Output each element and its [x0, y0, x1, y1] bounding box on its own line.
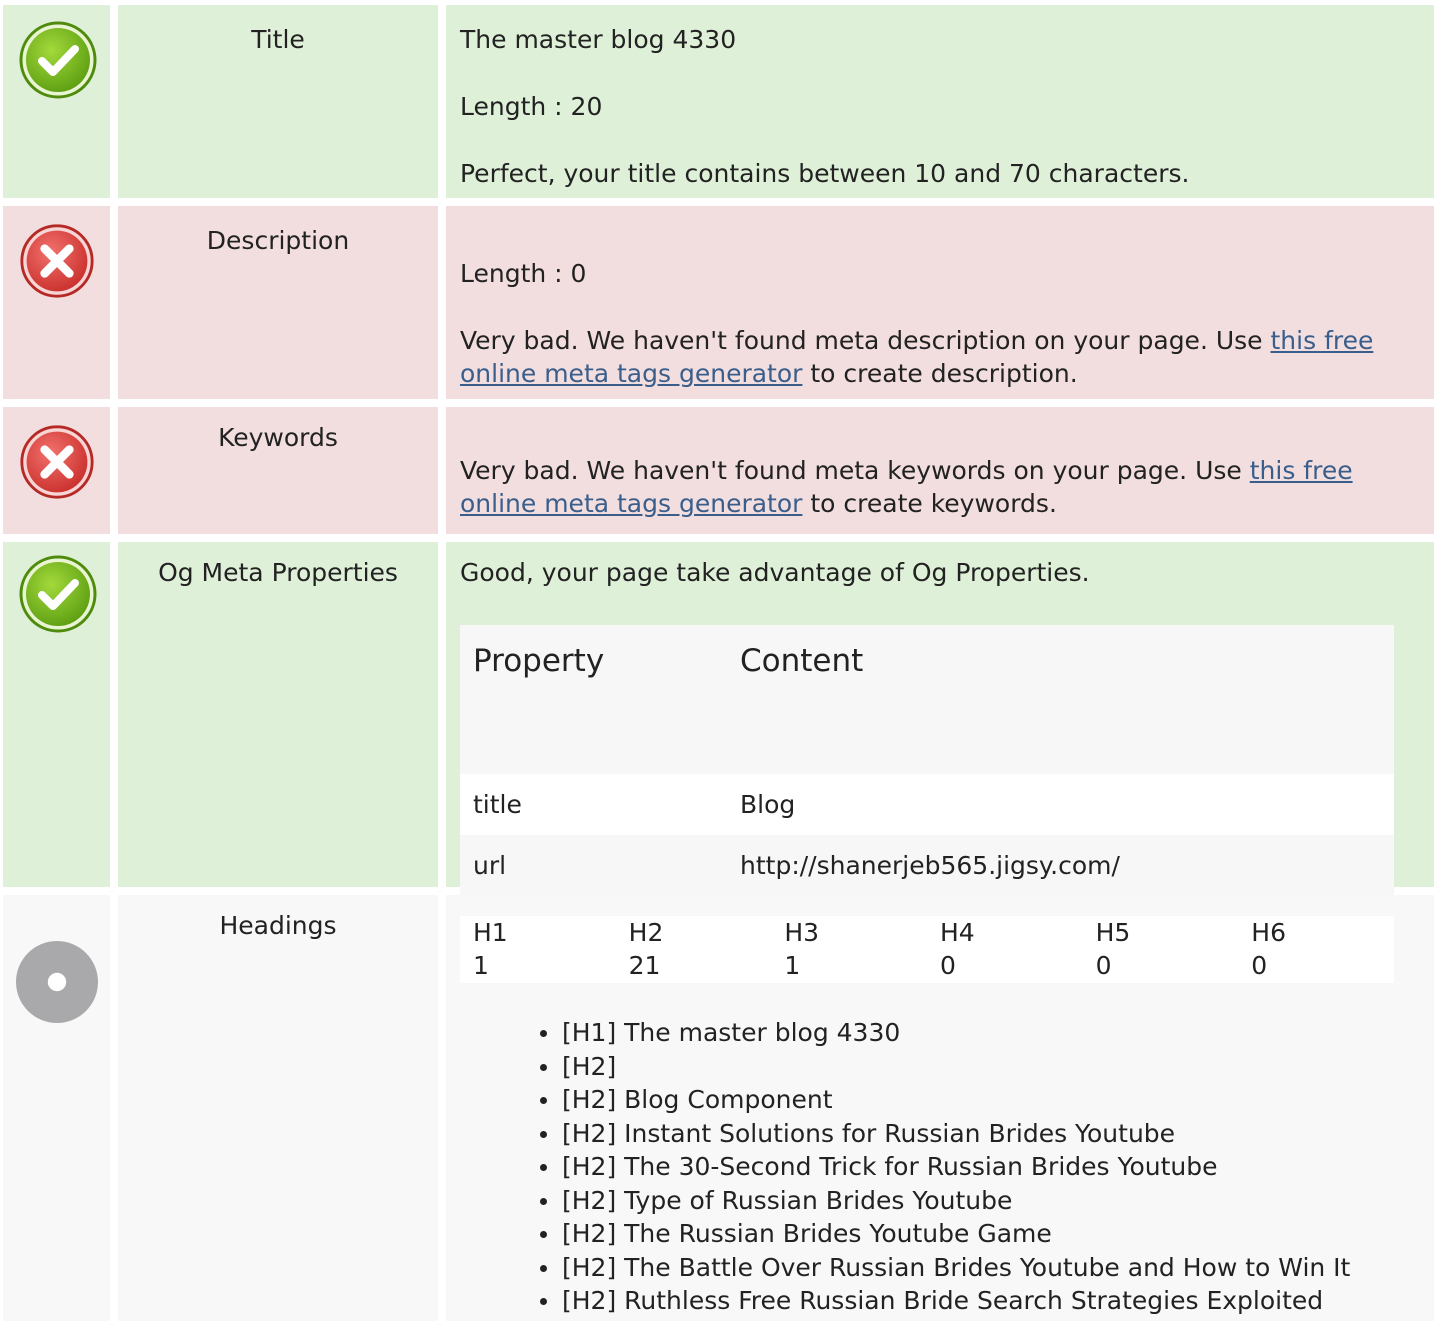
- status-cell: [3, 5, 110, 198]
- table-header-row: H1 H2 H3 H4 H5 H6: [460, 916, 1394, 949]
- list-item: [H2] The 30-Second Trick for Russian Bri…: [540, 1150, 1440, 1184]
- message-text: Very bad. We haven't found meta keywords…: [460, 456, 1250, 485]
- heading-level: H4: [939, 918, 975, 947]
- status-cell: [3, 542, 110, 887]
- x-circle-icon: [20, 224, 94, 298]
- heading-count: 21: [628, 951, 661, 980]
- row-content: The master blog 4330 Length : 20 Perfect…: [446, 5, 1434, 198]
- row-label: Headings: [118, 895, 438, 1321]
- heading-count: 1: [473, 951, 489, 980]
- table-row: url http://shanerjeb565.jigsy.com/: [460, 835, 1394, 896]
- table-row: title Blog: [460, 774, 1394, 835]
- list-item: [H2] The Battle Over Russian Brides Yout…: [540, 1251, 1440, 1285]
- title-value: The master blog 4330: [460, 25, 737, 54]
- description-row: Description Length : 0 Very bad. We have…: [3, 206, 1434, 399]
- row-content: H1 H2 H3 H4 H5 H6 1 21 1 0 0 0 [H1] The …: [446, 895, 1434, 1321]
- headings-count-table: H1 H2 H3 H4 H5 H6 1 21 1 0 0 0: [460, 916, 1394, 983]
- list-item: [H2] Blog Component: [540, 1083, 1440, 1117]
- list-item: [H2] Ruthless Free Russian Bride Search …: [540, 1284, 1440, 1318]
- list-item: [H2] The Russian Brides Youtube Game: [540, 1217, 1440, 1251]
- heading-level: H6: [1251, 918, 1286, 947]
- heading-count: 0: [939, 951, 956, 980]
- status-cell: [3, 895, 110, 1321]
- table-row: 1 21 1 0 0 0: [460, 949, 1394, 983]
- title-row: Title The master blog 4330 Length : 20 P…: [3, 5, 1434, 198]
- list-item: [H2]: [540, 1050, 1440, 1084]
- row-content: Length : 0 Very bad. We haven't found me…: [446, 206, 1434, 399]
- title-length: Length : 20: [460, 92, 603, 121]
- x-circle-icon: [20, 425, 94, 499]
- check-circle-icon: [19, 555, 97, 633]
- message-text: Very bad. We haven't found meta descript…: [460, 326, 1271, 355]
- row-content: Very bad. We haven't found meta keywords…: [446, 407, 1434, 534]
- content-cell: Blog: [727, 774, 1394, 835]
- list-item: [H1] The master blog 4330: [540, 1016, 1440, 1050]
- property-cell: url: [460, 835, 727, 896]
- message-text: to create keywords.: [802, 489, 1057, 518]
- table-header-row: Property Content: [460, 625, 1394, 774]
- heading-level: H5: [1095, 918, 1131, 947]
- list-item: [H2] Instant Solutions for Russian Bride…: [540, 1117, 1440, 1151]
- og-message: Good, your page take advantage of Og Pro…: [460, 558, 1090, 587]
- heading-count: 0: [1095, 951, 1112, 980]
- property-cell: title: [460, 774, 727, 835]
- heading-level: H3: [784, 918, 820, 947]
- column-header: Content: [727, 625, 1394, 774]
- row-label: Keywords: [118, 407, 438, 534]
- message-text: to create description.: [802, 359, 1078, 388]
- status-cell: [3, 407, 110, 534]
- og-properties-row: Og Meta Properties Good, your page take …: [3, 542, 1434, 896]
- row-label: Og Meta Properties: [118, 542, 438, 887]
- status-cell: [3, 206, 110, 399]
- row-label: Title: [118, 5, 438, 198]
- heading-level: H1: [473, 918, 508, 947]
- og-properties-table: Property Content title Blog url http://s…: [460, 625, 1394, 896]
- heading-level: H2: [628, 918, 664, 947]
- headings-row: Headings H1 H2 H3 H4 H5 H6 1 21 1 0 0 0 …: [3, 895, 1434, 1321]
- check-circle-icon: [19, 21, 97, 99]
- column-header: Property: [460, 625, 727, 774]
- content-cell: http://shanerjeb565.jigsy.com/: [727, 835, 1394, 896]
- row-content: Good, your page take advantage of Og Pro…: [446, 542, 1434, 896]
- keywords-message: Very bad. We haven't found meta keywords…: [460, 454, 1420, 520]
- title-message: Perfect, your title contains between 10 …: [460, 159, 1190, 188]
- description-length: Length : 0: [460, 259, 587, 288]
- headings-list: [H1] The master blog 4330 [H2] [H2] Blog…: [540, 1016, 1440, 1318]
- heading-count: 0: [1251, 951, 1268, 980]
- heading-count: 1: [784, 951, 801, 980]
- row-label: Description: [118, 206, 438, 399]
- list-item: [H2] Type of Russian Brides Youtube: [540, 1184, 1440, 1218]
- info-dot-icon: [16, 941, 98, 1023]
- description-message: Very bad. We haven't found meta descript…: [460, 324, 1420, 390]
- keywords-row: Keywords Very bad. We haven't found meta…: [3, 407, 1434, 534]
